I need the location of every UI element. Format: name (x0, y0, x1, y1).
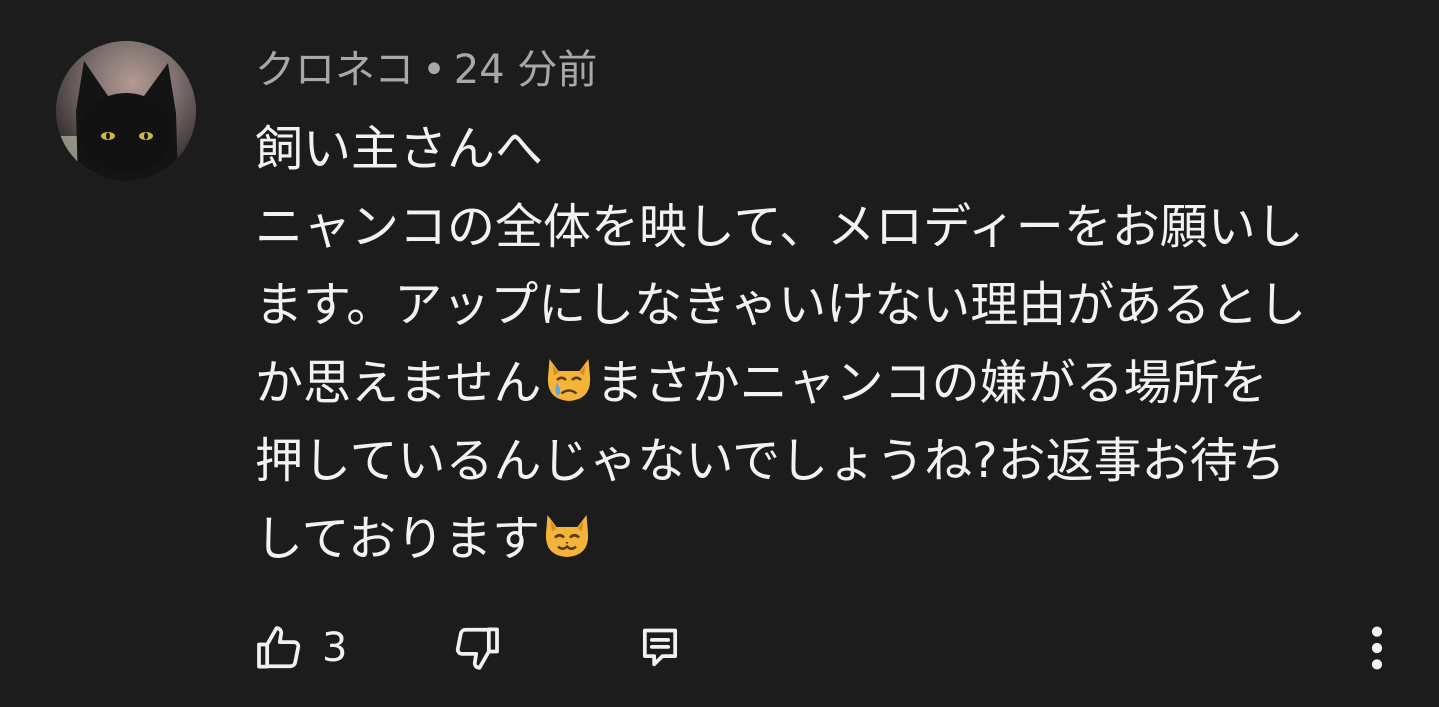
comment-text-segment: 押しているんじゃないでしょうね?お返事お待ち (255, 433, 1286, 489)
thumbs-up-icon (252, 620, 308, 676)
comment-text-line: か思えません まさかニャンコの嫌がる場所を (255, 344, 1385, 422)
author-name[interactable]: クロネコ (255, 47, 414, 93)
meta-separator: • (422, 47, 446, 93)
comment-text: 飼い主さんへニャンコの全体を映して、メロディーをお願いし ます。アップにしなきゃい… (255, 110, 1385, 578)
comment-text-segment: しております (255, 511, 541, 567)
thumbs-down-icon (448, 620, 504, 676)
like-count: 3 (322, 625, 348, 671)
avatar[interactable] (56, 41, 196, 181)
crying-cat-emoji (542, 353, 596, 407)
reply-button[interactable] (632, 620, 688, 676)
more-vertical-icon (1362, 620, 1392, 676)
comment-text-segment: か思えません (255, 355, 542, 411)
comment-card: クロネコ • 24 分前 飼い主さんへ ニャンコの全体を映して、メロディーをお願いしま… (0, 0, 1439, 707)
comment-text-segment: ニャンコの全体を映して、メロディーをお願いし (255, 199, 1304, 255)
dislike-button[interactable] (448, 620, 504, 676)
comment-text-segment: まさかニャンコの嫌がる場所を (595, 355, 1268, 411)
comment-text-line: 押しているんじゃないでしょうね?お返事お待ち (255, 422, 1385, 500)
comment-text-line: しております (255, 500, 1385, 578)
reply-comment-icon (632, 620, 688, 676)
comment-timestamp[interactable]: 24 分前 (454, 47, 598, 93)
comment-action-bar: 3 (250, 620, 1400, 676)
comment-text-line: ます。アップにしなきゃいけない理由があるとし (255, 266, 1385, 344)
smiling-cat-emoji (540, 509, 594, 563)
more-options-button[interactable] (1362, 620, 1392, 676)
comment-meta: クロネコ • 24 分前 (255, 44, 597, 96)
comment-text-segment: ます。アップにしなきゃいけない理由があるとし (255, 277, 1307, 333)
comment-text-line: 飼い主さんへ (255, 110, 1385, 188)
black-cat-avatar-image (56, 41, 196, 181)
comment-text-line: ニャンコの全体を映して、メロディーをお願いし (255, 188, 1385, 266)
comment-text-segment: 飼い主さんへ (255, 121, 544, 177)
like-button[interactable] (252, 620, 308, 676)
